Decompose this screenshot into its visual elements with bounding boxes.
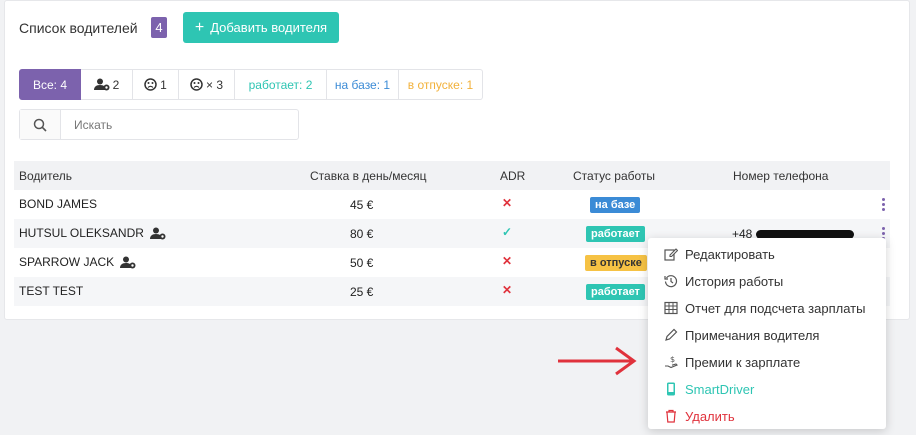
filter-drivers[interactable]: 2 [81, 69, 133, 100]
status-badge: работает [586, 284, 645, 300]
col-rate[interactable]: Ставка в день/месяц [310, 169, 427, 183]
driver-rate: 45 € [350, 198, 374, 212]
row-actions-menu: Редактировать История работы Отчет для п… [648, 238, 886, 429]
driver-icon [149, 227, 166, 239]
filter-at-base-label: на базе: 1 [334, 77, 391, 92]
row-menu-icon[interactable] [882, 198, 886, 213]
col-phone[interactable]: Номер телефона [733, 169, 828, 183]
driver-icon [93, 78, 110, 91]
menu-item-edit[interactable]: Редактировать [664, 244, 775, 264]
driver-count-badge: 4 [151, 17, 167, 38]
driver-name[interactable]: BOND JAMES [19, 197, 97, 211]
menu-item-salary-report[interactable]: Отчет для подсчета зарплаты [664, 298, 865, 318]
filter-working-label: работает: 2 [248, 77, 313, 92]
filter-all-label: Все: 4 [32, 77, 68, 92]
menu-item-label: Удалить [685, 408, 735, 424]
sad-face-icon [144, 78, 157, 91]
filter-sad-x[interactable]: × 3 [179, 69, 235, 100]
driver-name-text: SPARROW JACK [19, 255, 115, 269]
col-adr[interactable]: ADR [500, 169, 525, 183]
driver-name-text: HUTSUL OLEKSANDR [19, 226, 144, 240]
plus-icon: + [194, 18, 205, 36]
menu-item-label: Примечания водителя [685, 327, 820, 343]
svg-text:$: $ [670, 355, 675, 364]
table-icon [664, 301, 678, 315]
bonus-hand-icon: $ [664, 355, 678, 369]
table-row[interactable]: BOND JAMES 45 € ✕ на базе [14, 190, 890, 219]
trash-icon [664, 409, 678, 423]
driver-rate: 50 € [350, 256, 374, 270]
adr-no-icon: ✕ [502, 196, 513, 210]
menu-item-history[interactable]: История работы [664, 271, 783, 291]
search-input[interactable] [61, 110, 298, 139]
sad-face-icon [190, 78, 203, 91]
status-badge: на базе [590, 197, 641, 213]
search-box [19, 109, 299, 140]
menu-item-notes[interactable]: Примечания водителя [664, 325, 819, 345]
filter-on-vacation[interactable]: в отпуске: 1 [399, 69, 483, 100]
driver-name-text: BOND JAMES [19, 197, 98, 211]
driver-name[interactable]: SPARROW JACK [19, 255, 136, 269]
status-badge: в отпуске [585, 255, 647, 271]
driver-rate: 25 € [350, 285, 374, 299]
col-driver[interactable]: Водитель [19, 169, 72, 183]
filter-sad-label: 1 [160, 77, 167, 92]
adr-yes-icon: ✓ [502, 225, 513, 239]
adr-no-icon: ✕ [502, 254, 513, 268]
driver-name-text: TEST TEST [19, 284, 84, 298]
driver-name[interactable]: TEST TEST [19, 284, 83, 298]
driver-icon [120, 256, 136, 268]
menu-item-label: Отчет для подсчета зарплаты [685, 300, 866, 316]
menu-item-label: Редактировать [685, 246, 775, 262]
pencil-icon [664, 328, 678, 342]
menu-item-smartdriver[interactable]: SmartDriver [664, 379, 754, 399]
menu-item-label: SmartDriver [685, 381, 755, 397]
filter-all[interactable]: Все: 4 [19, 69, 81, 100]
add-driver-button[interactable]: + Добавить водителя [183, 12, 339, 43]
filter-vacation-label: в отпуске: 1 [407, 77, 474, 92]
filter-sad-x-label: × 3 [205, 77, 223, 92]
filter-drivers-label: 2 [112, 77, 120, 92]
col-status[interactable]: Статус работы [573, 169, 655, 183]
adr-no-icon: ✕ [502, 283, 513, 297]
history-icon [664, 274, 678, 288]
menu-item-delete[interactable]: Удалить [664, 406, 735, 426]
status-badge: работает [586, 226, 645, 242]
menu-item-label: Премии к зарплате [685, 354, 801, 370]
menu-item-label: История работы [685, 273, 784, 289]
annotation-arrow-icon [558, 346, 637, 376]
add-driver-label: Добавить водителя [210, 20, 328, 35]
filter-sad[interactable]: 1 [133, 69, 179, 100]
page-title: Список водителей [19, 20, 138, 36]
search-icon[interactable] [20, 110, 61, 139]
menu-item-bonuses[interactable]: $ Премии к зарплате [664, 352, 800, 372]
filter-working[interactable]: работает: 2 [235, 69, 327, 100]
table-header: Водитель Ставка в день/месяц ADR Статус … [14, 161, 890, 190]
filter-at-base[interactable]: на базе: 1 [327, 69, 399, 100]
driver-rate: 80 € [350, 227, 374, 241]
status-filter-group: Все: 4 2 1 × 3 работает: 2 на базе: 1 в … [19, 69, 483, 100]
driver-name[interactable]: HUTSUL OLEKSANDR [19, 226, 166, 240]
edit-icon [664, 247, 678, 261]
phone-icon [664, 382, 678, 396]
